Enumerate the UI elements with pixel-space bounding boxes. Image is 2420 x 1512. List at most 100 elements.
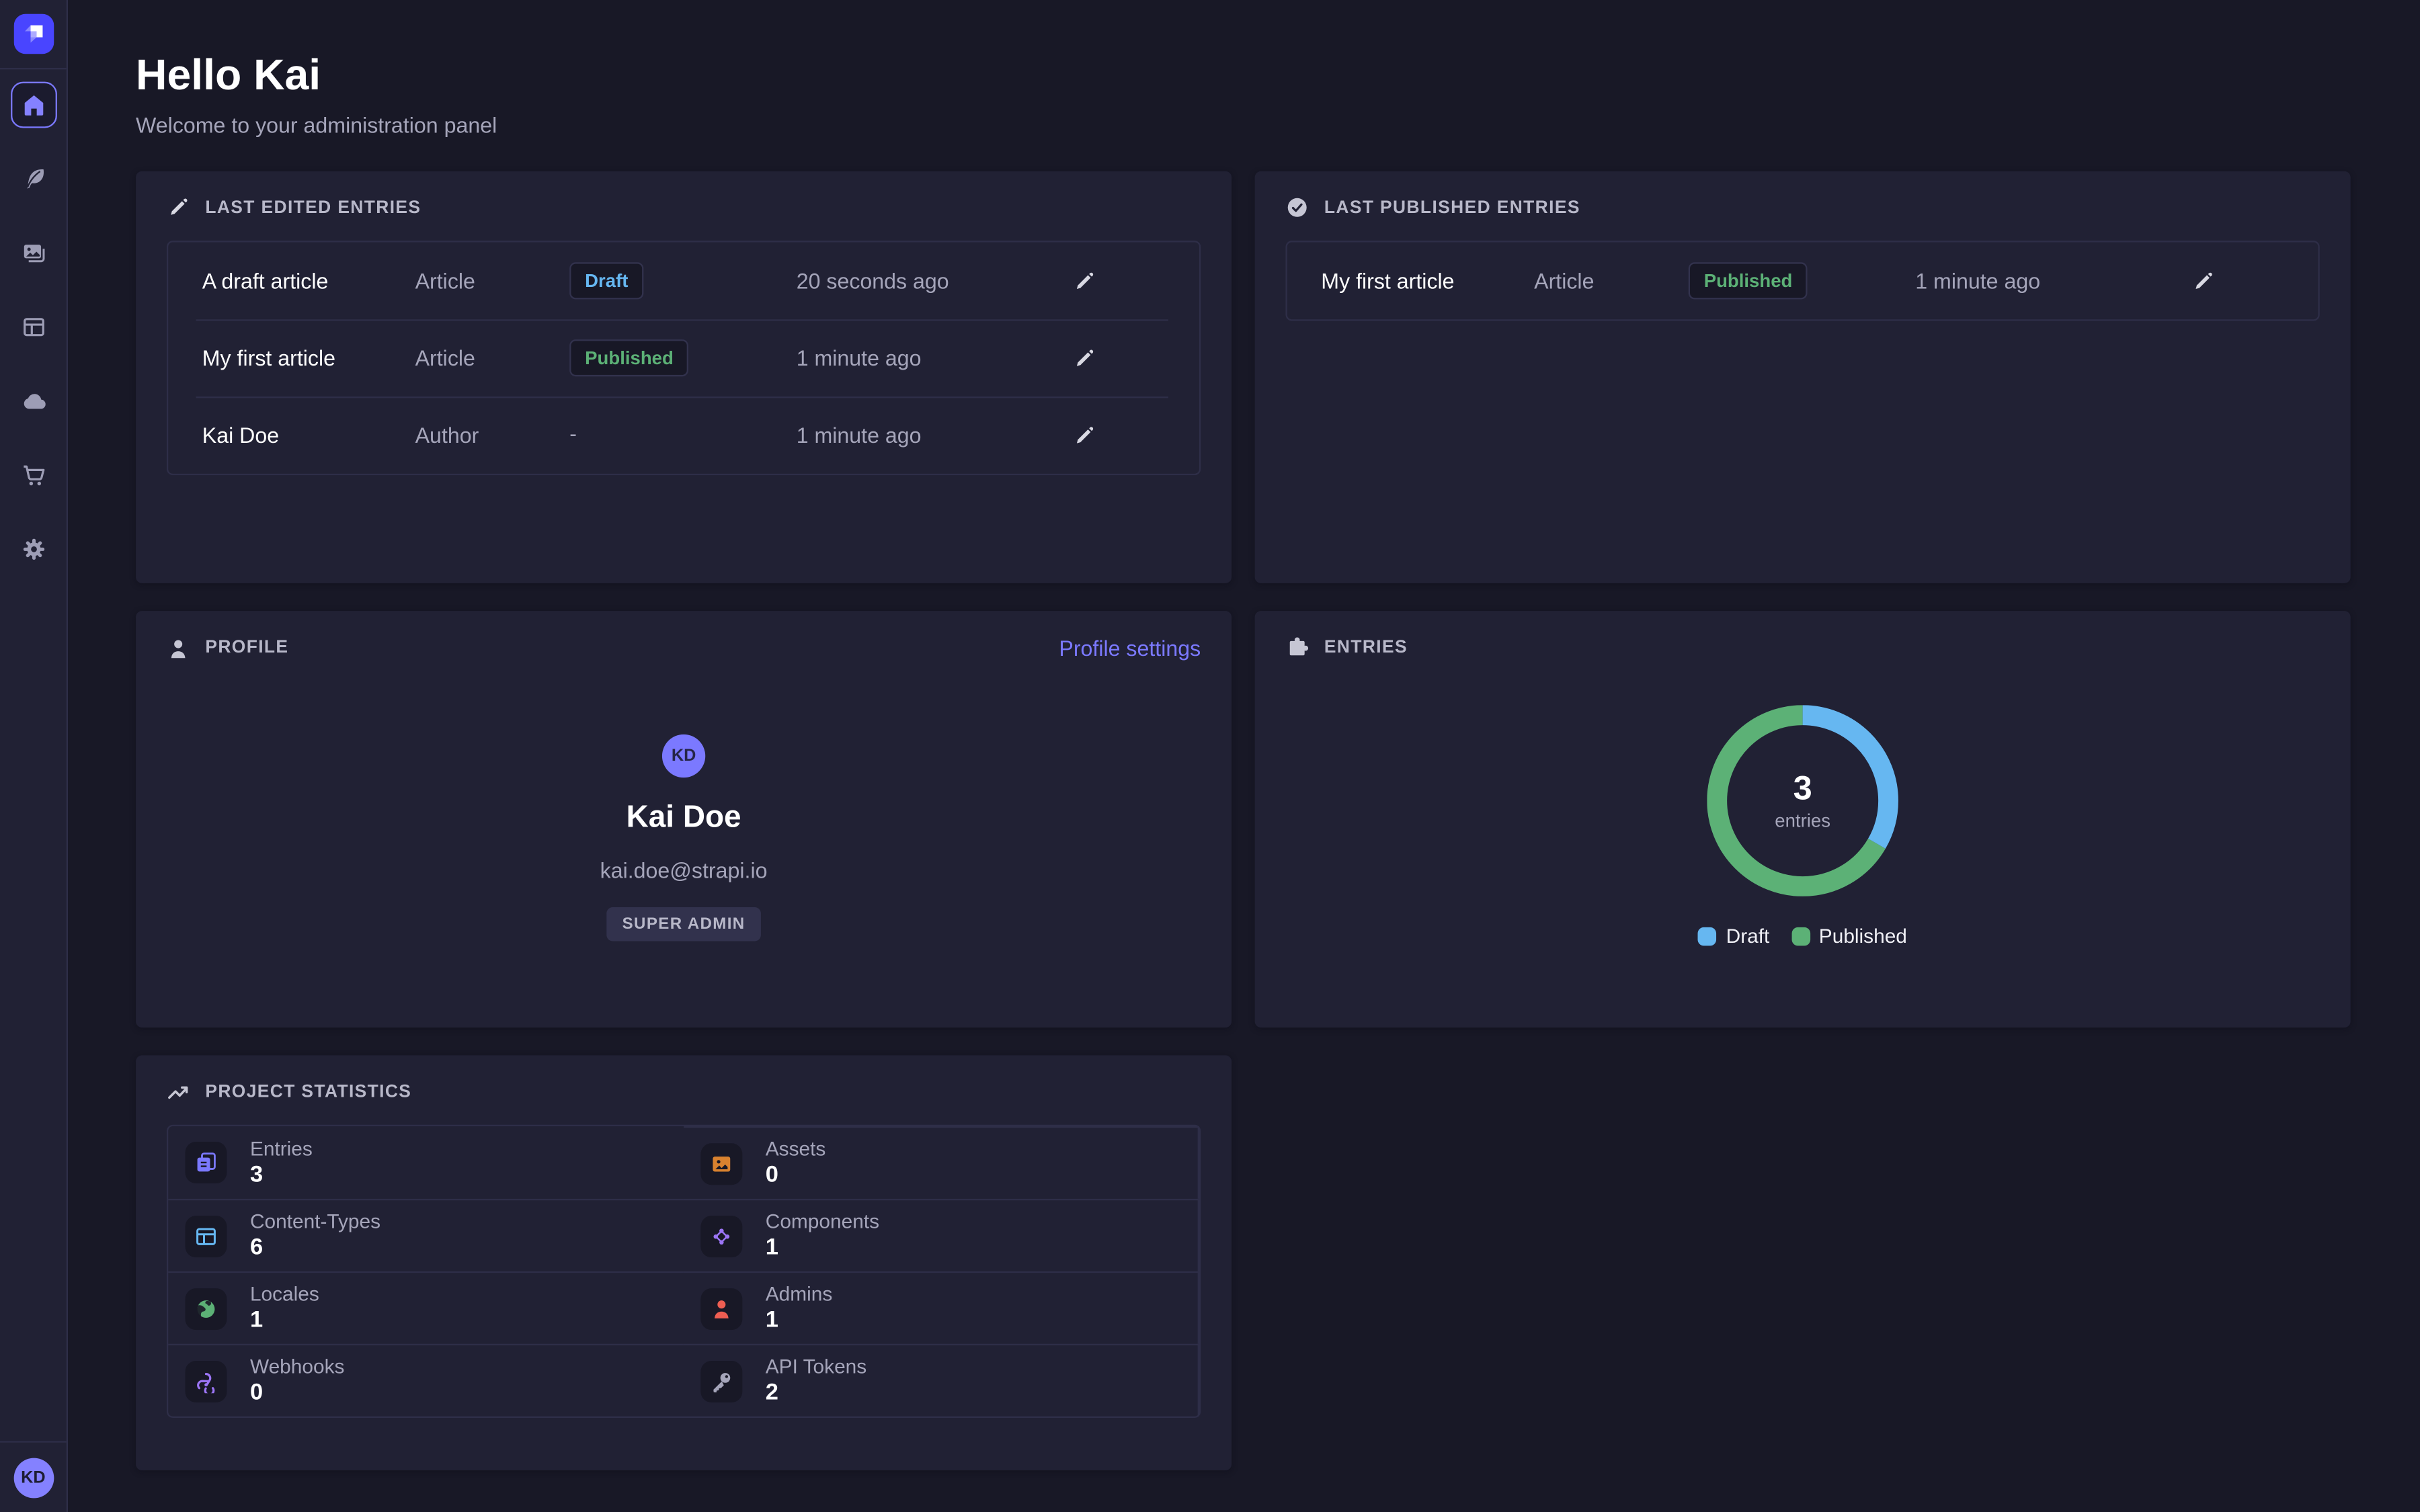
- sidebar: KD: [0, 0, 68, 1512]
- entry-updated-time: 20 seconds ago: [797, 268, 1073, 293]
- status-badge: Draft: [569, 262, 643, 299]
- last-edited-table: A draft article Article Draft 20 seconds…: [167, 241, 1201, 475]
- donut-center: 3 entries: [1707, 705, 1898, 896]
- stat-item: Locales 1: [168, 1271, 684, 1344]
- legend-label: Draft: [1726, 924, 1770, 947]
- status-badge: -: [569, 421, 577, 446]
- trend-up-icon: [167, 1080, 190, 1103]
- status-badge: Published: [569, 339, 689, 376]
- stat-icon: [700, 1142, 742, 1184]
- stat-item: Entries 3: [168, 1126, 684, 1199]
- stat-value: 1: [250, 1307, 319, 1335]
- stat-value: 0: [250, 1380, 344, 1407]
- entries-count: 3: [1793, 770, 1812, 807]
- page-subtitle: Welcome to your administration panel: [136, 113, 2351, 138]
- puzzle-icon: [1286, 636, 1309, 659]
- stat-label: Content-Types: [250, 1210, 380, 1234]
- entry-name: Kai Doe: [202, 423, 415, 448]
- main-content: Hello Kai Welcome to your administration…: [68, 0, 2420, 1512]
- sidebar-item-content-manager[interactable]: [10, 156, 56, 202]
- strapi-logo[interactable]: [13, 14, 54, 54]
- table-row: A draft article Article Draft 20 seconds…: [168, 242, 1199, 319]
- card-title: LAST EDITED ENTRIES: [205, 198, 421, 217]
- edit-entry-button[interactable]: [1073, 344, 1100, 372]
- edit-entry-button[interactable]: [1073, 421, 1100, 449]
- entry-type: Author: [415, 423, 570, 448]
- sidebar-item-home[interactable]: [10, 82, 56, 128]
- card-header: PROFILE Profile settings: [167, 636, 1201, 661]
- stat-value: 1: [766, 1234, 879, 1262]
- stat-item: Admins 1: [684, 1271, 1199, 1344]
- card-header: ENTRIES: [1286, 636, 2320, 659]
- legend-color-chip: [1791, 927, 1810, 946]
- stat-value: 2: [766, 1380, 866, 1407]
- profile-email: kai.doe@strapi.io: [600, 858, 768, 883]
- check-circle-icon: [1286, 196, 1309, 219]
- card-header: PROJECT STATISTICS: [167, 1080, 1201, 1103]
- entry-name: A draft article: [202, 268, 415, 293]
- project-statistics-card: PROJECT STATISTICS Entries 3: [136, 1055, 1232, 1470]
- statistics-table: Entries 3 Assets 0: [167, 1125, 1201, 1418]
- pencil-icon: [1073, 269, 1100, 292]
- profile-name: Kai Doe: [627, 801, 741, 837]
- stat-item: Content-Types 6: [168, 1199, 684, 1271]
- card-title: PROFILE: [205, 639, 288, 658]
- profile-body: KD Kai Doe kai.doe@strapi.io SUPER ADMIN: [167, 661, 1201, 941]
- stat-icon: [700, 1288, 742, 1329]
- sidebar-item-deploy[interactable]: [10, 378, 56, 425]
- entries-chart-card: ENTRIES 3 entries: [1255, 611, 2351, 1027]
- entry-name: My first article: [1321, 268, 1534, 293]
- status-badge: Published: [1689, 262, 1808, 299]
- entry-published-time: 1 minute ago: [1915, 268, 2191, 293]
- stat-item: Components 1: [684, 1199, 1199, 1271]
- sidebar-bottom: KD: [0, 1441, 67, 1512]
- entry-type: Article: [415, 345, 570, 370]
- user-avatar[interactable]: KD: [13, 1458, 54, 1499]
- entry-type: Article: [1534, 268, 1689, 293]
- chart-legend: Draft Published: [1286, 924, 2320, 947]
- edit-entry-button[interactable]: [2191, 267, 2219, 294]
- sidebar-divider: [0, 1441, 67, 1442]
- pencil-icon: [1073, 346, 1100, 369]
- pencil-icon: [167, 196, 190, 219]
- avatar: KD: [662, 734, 705, 778]
- last-published-table: My first article Article Published 1 min…: [1286, 241, 2320, 321]
- role-badge: SUPER ADMIN: [607, 907, 761, 941]
- table-row: Kai Doe Author - 1 minute ago: [168, 396, 1199, 474]
- stat-item: Assets 0: [684, 1126, 1199, 1199]
- entry-name: My first article: [202, 345, 415, 370]
- entry-updated-time: 1 minute ago: [797, 423, 1073, 448]
- user-icon: [167, 636, 190, 659]
- sidebar-item-content-type-builder[interactable]: [10, 304, 56, 350]
- stat-icon: [186, 1360, 227, 1402]
- sidebar-nav: [0, 69, 67, 572]
- stat-value: 3: [250, 1161, 313, 1189]
- sidebar-item-marketplace[interactable]: [10, 452, 56, 499]
- sidebar-item-settings[interactable]: [10, 526, 56, 573]
- profile-card: PROFILE Profile settings KD Kai Doe kai.…: [136, 611, 1232, 1027]
- pencil-icon: [1073, 423, 1100, 446]
- stat-icon: [700, 1360, 742, 1402]
- legend-item: Published: [1791, 924, 1906, 947]
- last-edited-entries-card: LAST EDITED ENTRIES A draft article Arti…: [136, 171, 1232, 583]
- card-title: LAST PUBLISHED ENTRIES: [1324, 198, 1580, 217]
- table-row: My first article Article Published 1 min…: [168, 319, 1199, 396]
- stat-label: Admins: [766, 1282, 833, 1307]
- last-published-entries-card: LAST PUBLISHED ENTRIES My first article …: [1255, 171, 2351, 583]
- card-header: LAST PUBLISHED ENTRIES: [1286, 196, 2320, 219]
- legend-label: Published: [1819, 924, 1907, 947]
- card-title: PROJECT STATISTICS: [205, 1083, 411, 1101]
- stat-label: Locales: [250, 1282, 319, 1307]
- legend-item: Draft: [1698, 924, 1769, 947]
- profile-settings-link[interactable]: Profile settings: [1059, 636, 1201, 661]
- pencil-icon: [2191, 269, 2219, 292]
- edit-entry-button[interactable]: [1073, 267, 1100, 294]
- sidebar-item-media-library[interactable]: [10, 230, 56, 276]
- card-title: ENTRIES: [1324, 638, 1408, 657]
- stat-icon: [186, 1215, 227, 1257]
- stat-value: 0: [766, 1162, 826, 1189]
- strapi-admin-home: KD Hello Kai Welcome to your administrat…: [0, 0, 2420, 1512]
- widgets-grid: LAST EDITED ENTRIES A draft article Arti…: [136, 171, 2351, 1470]
- stat-label: Webhooks: [250, 1355, 344, 1380]
- entries-donut-chart: 3 entries: [1707, 705, 1898, 896]
